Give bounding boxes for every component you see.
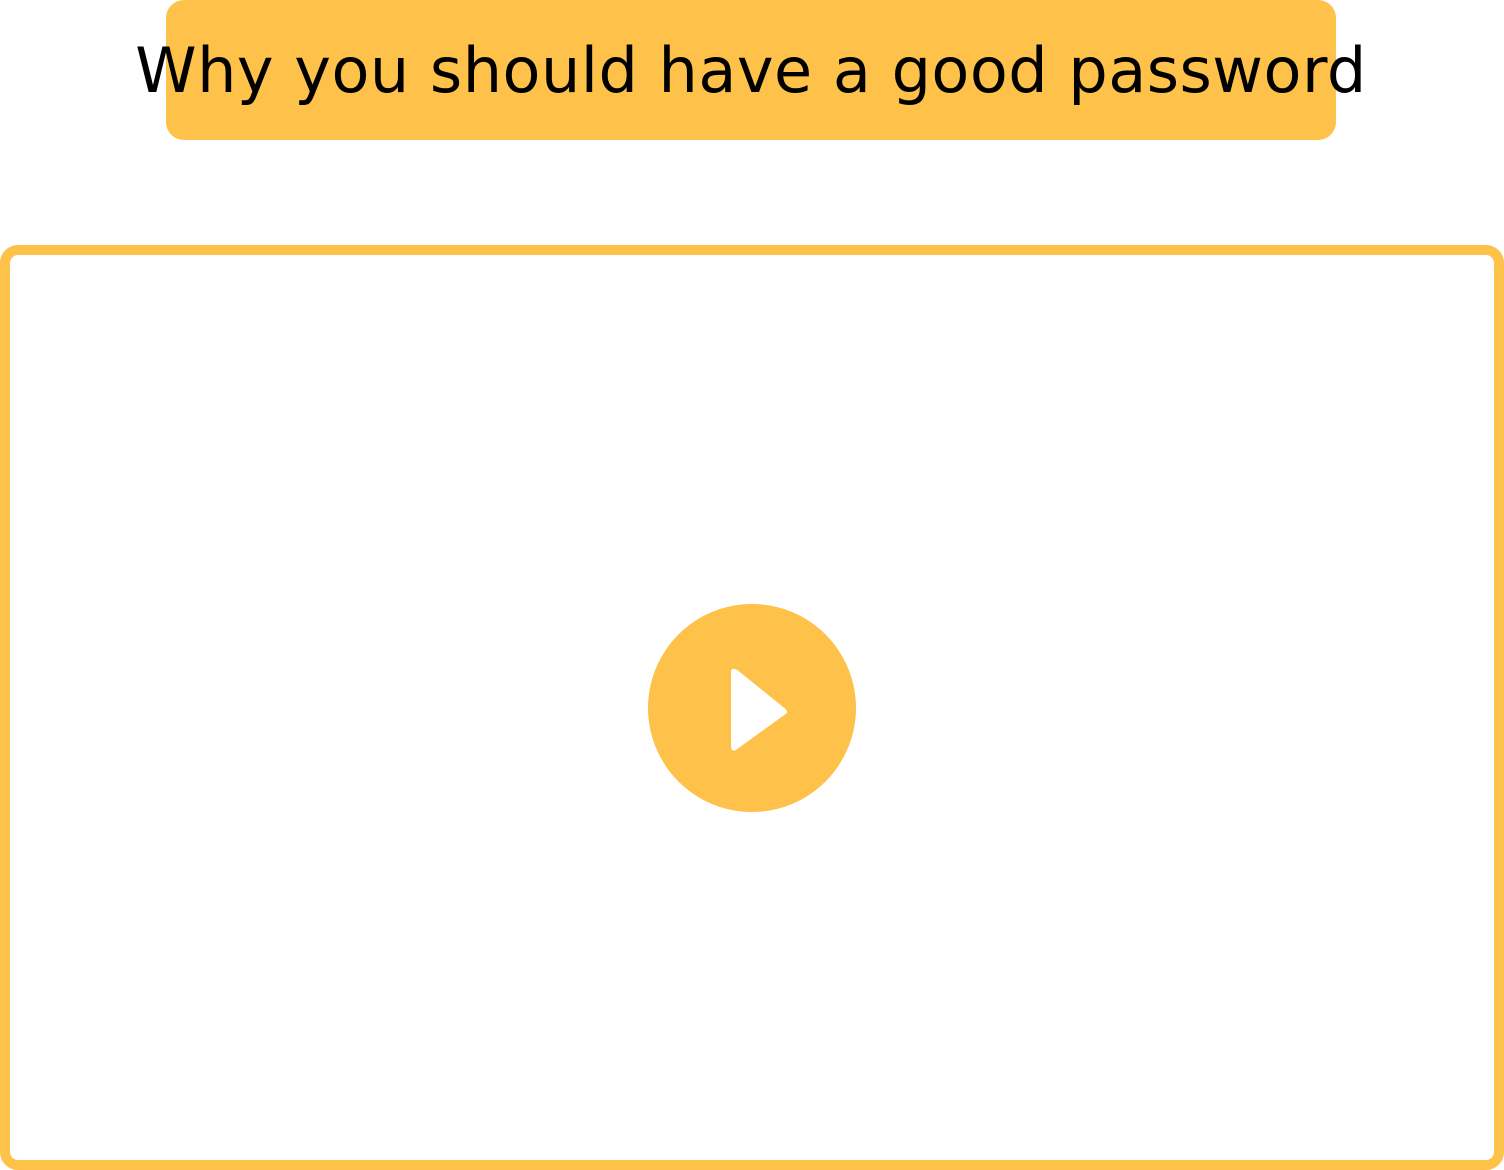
play-icon: [731, 668, 787, 751]
title-banner: Why you should have a good password: [135, 0, 1366, 140]
page-title: Why you should have a good password: [135, 33, 1367, 107]
play-button[interactable]: [648, 604, 856, 812]
